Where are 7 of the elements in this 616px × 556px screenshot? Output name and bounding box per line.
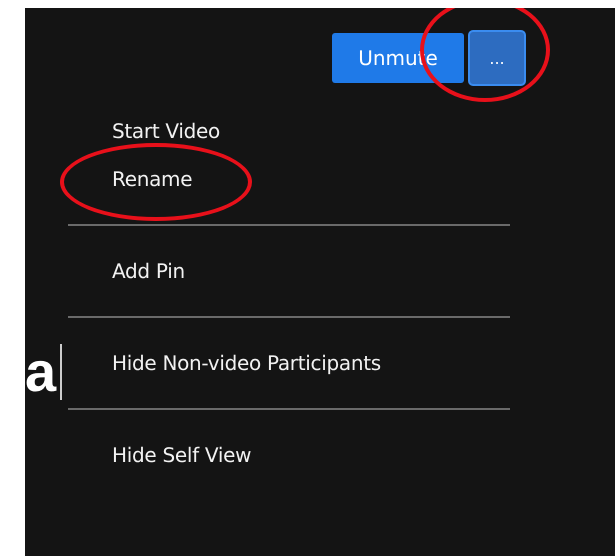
- menu-item[interactable]: Add Pin: [112, 259, 185, 283]
- more-button[interactable]: ...: [468, 30, 526, 86]
- menu-item[interactable]: Rename: [112, 167, 192, 191]
- menu-item[interactable]: Hide Non-video Participants: [112, 351, 381, 375]
- menu-item[interactable]: Start Video: [112, 119, 220, 143]
- menu-item[interactable]: Hide Self View: [112, 443, 252, 467]
- participant-name: a: [25, 344, 62, 400]
